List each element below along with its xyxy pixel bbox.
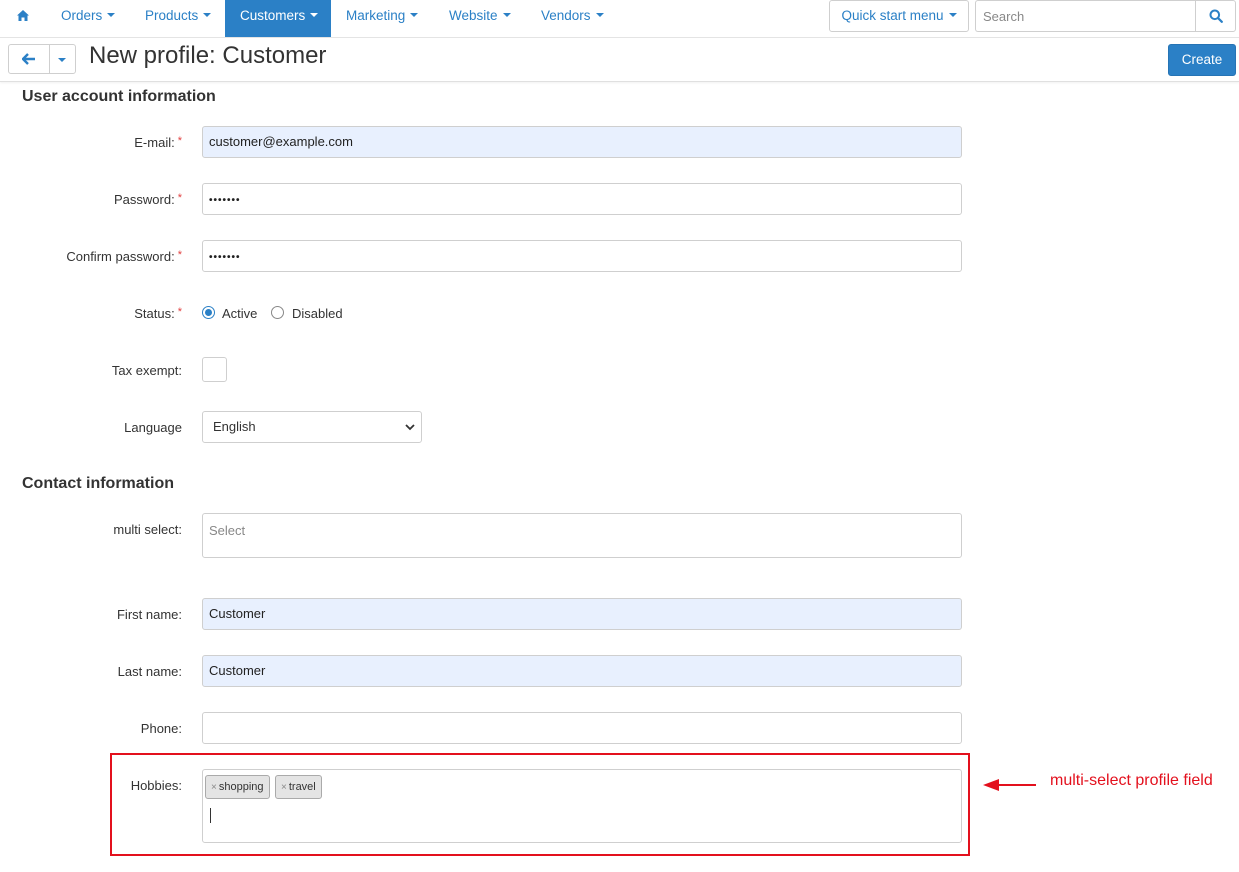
- chevron-down-icon: [502, 13, 511, 18]
- chevron-down-icon: [948, 13, 957, 18]
- nav-website-label: Website: [449, 8, 498, 23]
- nav-customers-label: Customers: [240, 8, 306, 23]
- required-marker: *: [177, 249, 182, 261]
- required-marker: *: [177, 135, 182, 147]
- password-label-text: Password:: [114, 192, 175, 207]
- chevron-down-icon: [107, 13, 116, 18]
- first-name-field[interactable]: Customer: [202, 598, 962, 630]
- annotation-text: multi-select profile field: [1050, 772, 1213, 789]
- search-button[interactable]: [1195, 0, 1236, 32]
- annotation-highlight-box: [110, 753, 970, 856]
- search-input[interactable]: [975, 0, 1196, 32]
- email-field[interactable]: customer@example.com: [202, 126, 962, 158]
- status-disabled-radio[interactable]: [271, 306, 284, 319]
- multi-select-label: multi select:: [113, 522, 182, 537]
- nav-products[interactable]: Products: [134, 0, 222, 37]
- section-title-user-account: User account information: [22, 88, 216, 105]
- email-label: E-mail: *: [134, 135, 182, 150]
- back-button-group: [8, 44, 76, 74]
- language-value: English: [213, 419, 256, 434]
- chevron-down-icon: [203, 13, 212, 18]
- language-select[interactable]: English: [202, 411, 422, 443]
- search-icon: [1209, 9, 1223, 23]
- phone-field[interactable]: [202, 712, 962, 744]
- create-button[interactable]: Create: [1168, 44, 1236, 76]
- confirm-password-label: Confirm password: *: [66, 249, 182, 264]
- chevron-down-icon: [58, 58, 66, 62]
- nav-marketing[interactable]: Marketing: [336, 0, 428, 37]
- password-field[interactable]: •••••••: [202, 183, 962, 215]
- status-active-radio[interactable]: [202, 306, 215, 319]
- status-label-text: Status:: [134, 306, 175, 321]
- back-dropdown-button[interactable]: [50, 45, 75, 73]
- nav-vendors-label: Vendors: [541, 8, 591, 23]
- last-name-label: Last name:: [117, 664, 182, 679]
- arrow-left-icon: [22, 53, 35, 65]
- status-active-label[interactable]: Active: [222, 306, 257, 321]
- email-label-text: E-mail:: [134, 135, 175, 150]
- quick-start-label: Quick start menu: [841, 8, 944, 23]
- top-navigation: Orders Products Customers Marketing Webs…: [0, 0, 1239, 38]
- first-name-label: First name:: [116, 607, 182, 622]
- chevron-down-icon: [410, 13, 419, 18]
- phone-label: Phone:: [140, 721, 182, 736]
- nav-orders[interactable]: Orders: [50, 0, 126, 37]
- nav-marketing-label: Marketing: [346, 8, 406, 23]
- language-label: Language: [124, 420, 182, 435]
- required-marker: *: [177, 306, 182, 318]
- chevron-down-icon: [405, 424, 415, 431]
- section-title-contact: Contact information: [22, 475, 174, 492]
- nav-customers[interactable]: Customers: [225, 0, 331, 37]
- quick-start-menu-button[interactable]: Quick start menu: [829, 0, 969, 32]
- back-button[interactable]: [9, 45, 50, 73]
- nav-products-label: Products: [145, 8, 199, 23]
- tax-exempt-label: Tax exempt:: [111, 363, 182, 378]
- last-name-field[interactable]: Customer: [202, 655, 962, 687]
- confirm-password-value: •••••••: [209, 252, 241, 263]
- chevron-down-icon: [310, 13, 319, 18]
- page-header: New profile: Customer Create: [0, 38, 1239, 82]
- chevron-down-icon: [595, 13, 604, 18]
- nav-vendors[interactable]: Vendors: [531, 0, 614, 37]
- multi-select-input[interactable]: Select: [202, 513, 962, 558]
- status-label: Status: *: [134, 306, 182, 321]
- home-icon[interactable]: [8, 0, 38, 37]
- nav-orders-label: Orders: [61, 8, 103, 23]
- confirm-password-label-text: Confirm password:: [66, 249, 175, 264]
- password-label: Password: *: [114, 192, 182, 207]
- confirm-password-field[interactable]: •••••••: [202, 240, 962, 272]
- password-value: •••••••: [209, 195, 241, 206]
- nav-website[interactable]: Website: [439, 0, 521, 37]
- arrow-left-icon: [983, 779, 1036, 791]
- tax-exempt-checkbox[interactable]: [202, 357, 227, 382]
- required-marker: *: [177, 192, 182, 204]
- page-title: New profile: Customer: [89, 42, 327, 69]
- status-disabled-label[interactable]: Disabled: [292, 306, 343, 321]
